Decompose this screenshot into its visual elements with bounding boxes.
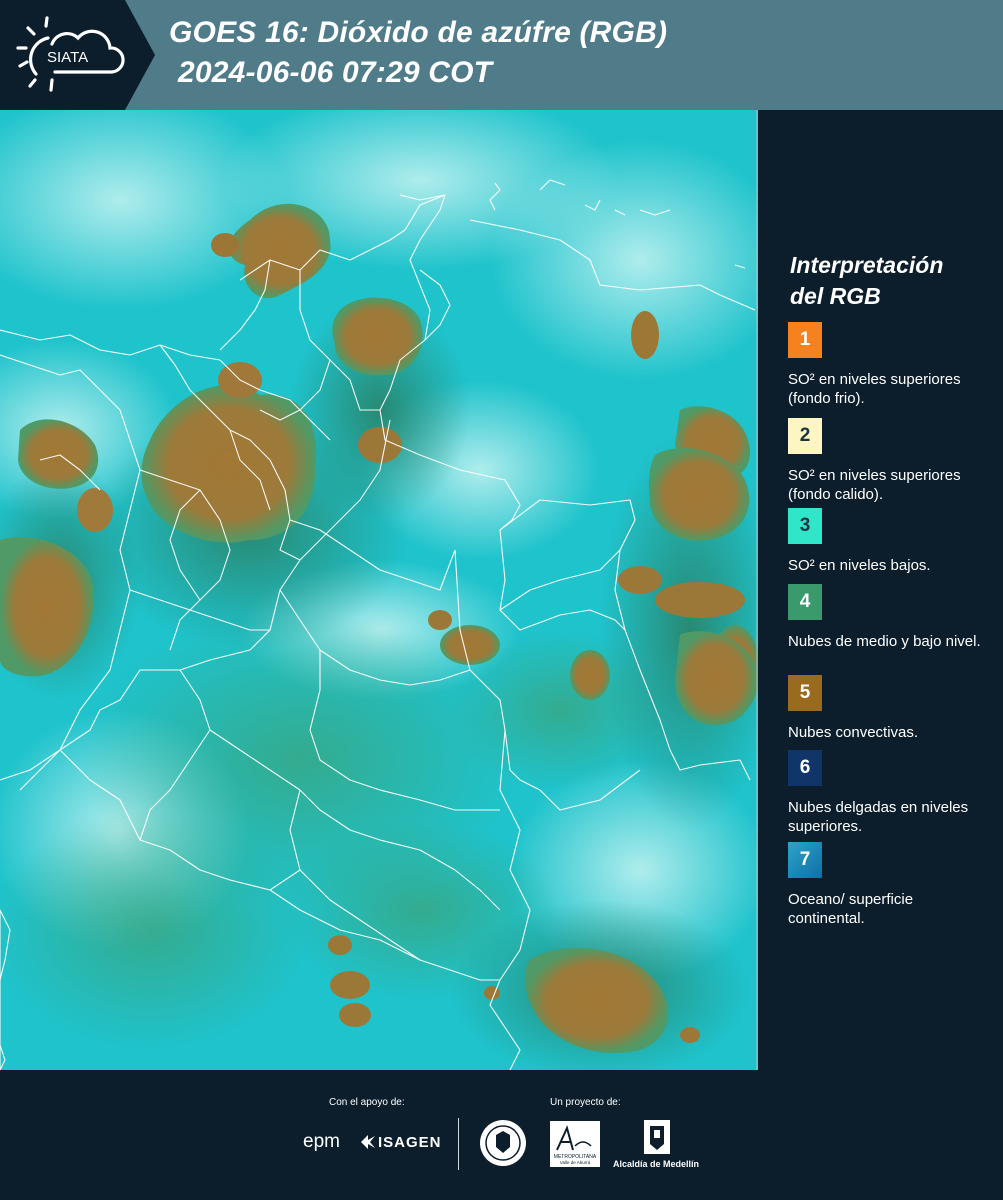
siata-logo-text: SIATA [47,49,88,66]
project-label: Un proyecto de: [550,1097,621,1108]
legend-swatch-6: 6 [788,750,822,786]
legend-item-3: 3 SO² en niveles bajos. [788,508,988,575]
legend-panel: Interpretación del RGB 1 SO² en niveles … [760,110,1003,1070]
header-bar: SIATA GOES 16: Dióxido de azúfre (RGB) 2… [0,0,1003,110]
legend-title: Interpretación del RGB [790,250,990,312]
legend-swatch-2: 2 [788,418,822,454]
legend-item-7: 7 Oceano/ superficie continental. [788,842,988,928]
legend-title-line1: Interpretación [790,252,944,278]
legend-label-7: Oceano/ superficie continental. [788,891,914,927]
epm-logo: epm [303,1131,340,1152]
legend-item-5: 5 Nubes convectivas. [788,675,988,742]
isagen-logo: ISAGEN [378,1134,442,1151]
page-timestamp: 2024-06-06 07:29 COT [178,56,493,89]
legend-title-line2: del RGB [790,283,881,309]
legend-label-3: SO² en niveles bajos. [788,557,931,574]
legend-label-6: Nubes delgadas en niveles superiores. [788,799,969,835]
satellite-map [0,110,758,1070]
alcaldia-label: Alcaldía de Medellín [613,1159,700,1169]
legend-item-2: 2 SO² en niveles superiores (fondo calid… [788,418,988,518]
isagen-icon [359,1134,377,1155]
university-seal-icon [478,1117,528,1174]
area-caption-line2: Valle de Aburrá [560,1160,591,1165]
footer: Con el apoyo de: Un proyecto de: epm ISA… [0,1070,1003,1200]
siata-logo: SIATA [0,0,155,110]
legend-swatch-3: 3 [788,508,822,544]
sun-cloud-icon: SIATA [16,16,125,92]
footer-divider [458,1118,459,1170]
legend-swatch-4: 4 [788,584,822,620]
legend-label-4: Nubes de medio y bajo nivel. [788,633,981,650]
legend-swatch-7: 7 [788,842,822,878]
page-title: GOES 16: Dióxido de azúfre (RGB) [169,16,668,49]
legend-label-1: SO² en niveles superiores (fondo frio). [788,371,961,407]
legend-item-4: 4 Nubes de medio y bajo nivel. [788,584,988,651]
support-label: Con el apoyo de: [329,1097,405,1108]
legend-swatch-5: 5 [788,675,822,711]
area-metropolitana-logo: METROPOLITANA Valle de Aburrá [549,1120,601,1173]
legend-item-1: 1 SO² en niveles superiores (fondo frio)… [788,322,988,408]
legend-item-6: 6 Nubes delgadas en niveles superiores. [788,750,988,836]
legend-label-5: Nubes convectivas. [788,724,919,741]
legend-swatch-1: 1 [788,322,822,358]
alcaldia-shield-icon [642,1118,672,1163]
